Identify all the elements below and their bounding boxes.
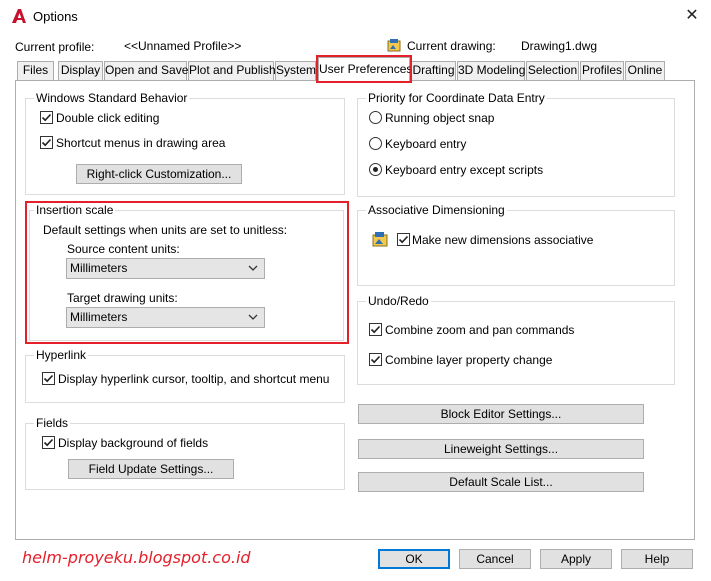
combine-zoom-pan-checkbox[interactable]: [369, 323, 382, 336]
radio-running-object-snap[interactable]: [369, 111, 382, 124]
tab-online[interactable]: Online: [625, 61, 665, 80]
cancel-button[interactable]: Cancel: [459, 549, 531, 569]
assoc-dim-title: Associative Dimensioning: [366, 203, 507, 217]
close-icon[interactable]: ✕: [682, 6, 702, 26]
tab-user-preferences[interactable]: User Preferences: [318, 57, 412, 81]
tab-open-and-save[interactable]: Open and Save: [104, 61, 188, 80]
hyperlink-label: Display hyperlink cursor, tooltip, and s…: [58, 372, 330, 386]
fields-group: Fields: [25, 416, 345, 490]
shortcut-menus-checkbox[interactable]: [40, 136, 53, 149]
lineweight-settings-button[interactable]: Lineweight Settings...: [358, 439, 644, 459]
combine-layer-label: Combine layer property change: [385, 353, 553, 367]
undo-redo-title: Undo/Redo: [366, 294, 431, 308]
hyperlink-title: Hyperlink: [34, 348, 89, 362]
double-click-checkbox[interactable]: [40, 111, 53, 124]
insertion-scale-highlight-box: [25, 201, 349, 344]
current-profile-label: Current profile:: [15, 40, 95, 54]
tab-files[interactable]: Files: [17, 61, 54, 80]
drawing-file-icon: [387, 39, 401, 52]
check-icon: [41, 113, 52, 122]
double-click-label: Double click editing: [56, 111, 160, 125]
watermark-text: helm-proyeku.blogspot.co.id: [22, 548, 251, 567]
check-icon: [398, 235, 409, 244]
undo-redo-group: Undo/Redo: [357, 294, 675, 385]
current-drawing-value: Drawing1.dwg: [521, 39, 598, 53]
ok-button[interactable]: OK: [378, 549, 450, 569]
drawing-file-icon: [372, 232, 388, 247]
default-scale-list-button[interactable]: Default Scale List...: [358, 472, 644, 492]
radio-keyboard-entry-except-scripts[interactable]: [369, 163, 382, 176]
check-icon: [43, 374, 54, 383]
tab-system[interactable]: System: [275, 61, 316, 80]
fields-background-label: Display background of fields: [58, 436, 209, 450]
assoc-dim-group: Associative Dimensioning: [357, 203, 675, 286]
combine-layer-checkbox[interactable]: [369, 353, 382, 366]
keyboard-entry-except-scripts-label: Keyboard entry except scripts: [385, 163, 544, 177]
check-icon: [370, 355, 381, 364]
block-editor-settings-button[interactable]: Block Editor Settings...: [358, 404, 644, 424]
shortcut-menus-label: Shortcut menus in drawing area: [56, 136, 226, 150]
assoc-dim-checkbox[interactable]: [397, 233, 410, 246]
coordinate-priority-title: Priority for Coordinate Data Entry: [366, 91, 547, 105]
tab-drafting[interactable]: Drafting: [411, 61, 456, 80]
help-button[interactable]: Help: [621, 549, 693, 569]
current-drawing-label: Current drawing:: [407, 39, 496, 53]
current-profile-value: <<Unnamed Profile>>: [124, 39, 242, 53]
check-icon: [370, 325, 381, 334]
tab-display[interactable]: Display: [58, 61, 103, 80]
tab-selection[interactable]: Selection: [526, 61, 579, 80]
autocad-logo-icon: [12, 9, 26, 23]
tab-plot-and-publish[interactable]: Plot and Publish: [188, 61, 276, 80]
radio-keyboard-entry[interactable]: [369, 137, 382, 150]
tab-3d-modeling[interactable]: 3D Modeling: [457, 61, 525, 80]
window-title: Options: [33, 9, 78, 24]
combine-zoom-pan-label: Combine zoom and pan commands: [385, 323, 575, 337]
fields-title: Fields: [34, 416, 71, 430]
running-object-snap-label: Running object snap: [385, 111, 495, 125]
fields-background-checkbox[interactable]: [42, 436, 55, 449]
assoc-dim-label: Make new dimensions associative: [412, 233, 594, 247]
windows-behavior-title: Windows Standard Behavior: [34, 91, 190, 105]
right-click-customization-button[interactable]: Right-click Customization...: [76, 164, 242, 184]
field-update-settings-button[interactable]: Field Update Settings...: [68, 459, 234, 479]
apply-button[interactable]: Apply: [540, 549, 612, 569]
hyperlink-checkbox[interactable]: [42, 372, 55, 385]
check-icon: [41, 138, 52, 147]
keyboard-entry-label: Keyboard entry: [385, 137, 467, 151]
check-icon: [43, 438, 54, 447]
tab-profiles[interactable]: Profiles: [580, 61, 624, 80]
title-bar: [0, 0, 711, 34]
